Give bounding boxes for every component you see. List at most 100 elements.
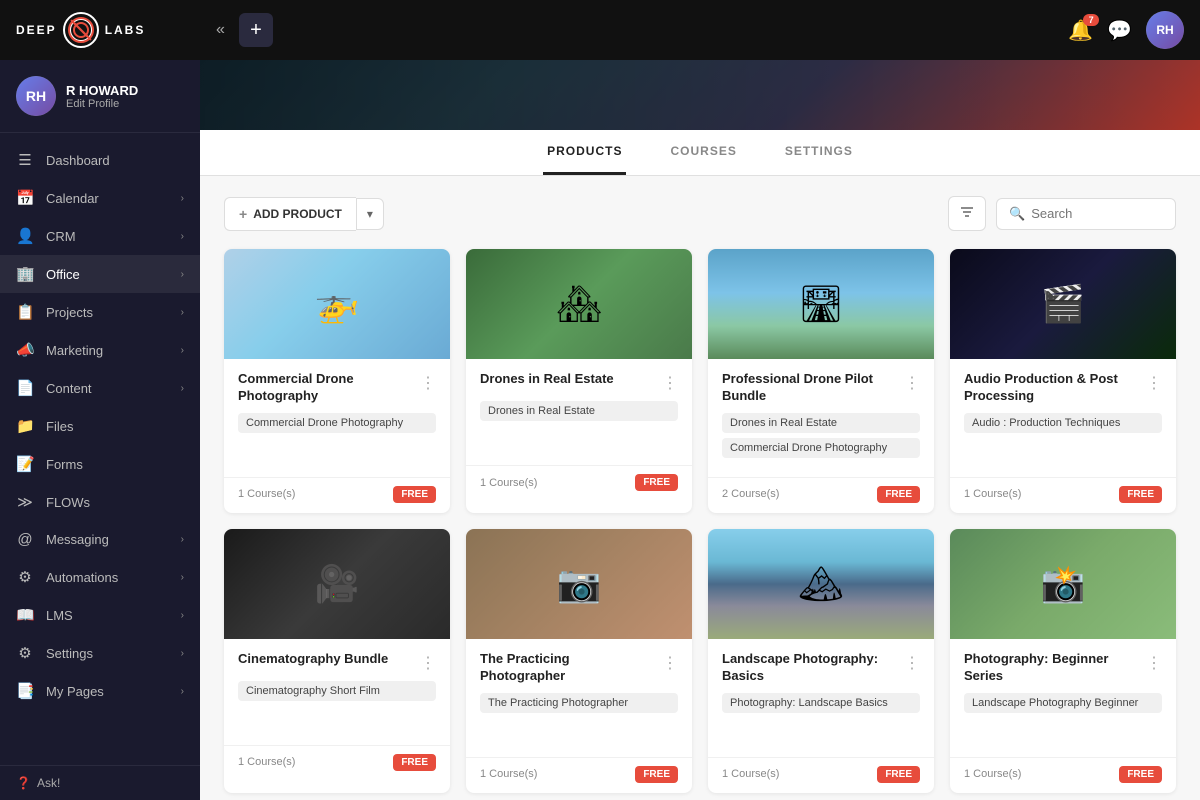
sidebar-label-crm: CRM <box>46 229 169 244</box>
messaging-icon: @ <box>16 531 34 548</box>
marketing-icon: 📣 <box>16 341 34 359</box>
course-count: 1 Course(s) <box>238 488 295 500</box>
product-tag: Drones in Real Estate <box>480 401 678 421</box>
free-badge: FREE <box>393 486 436 503</box>
product-menu-button[interactable]: ⋮ <box>904 653 920 673</box>
card-body: Landscape Photography: Basics ⋮ Photogra… <box>708 639 934 753</box>
sidebar-item-office[interactable]: 🏢 Office › <box>0 255 200 293</box>
sidebar-item-flows[interactable]: ≫ FLOWs <box>0 483 200 521</box>
card-title-row: Commercial Drone Photography ⋮ <box>238 371 436 405</box>
free-badge: FREE <box>635 474 678 491</box>
flows-icon: ≫ <box>16 493 34 511</box>
plus-icon: + <box>239 206 247 222</box>
chevron-right-icon: › <box>181 307 184 318</box>
product-menu-button[interactable]: ⋮ <box>1146 653 1162 673</box>
card-footer: 2 Course(s) FREE <box>708 477 934 513</box>
content-icon: 📄 <box>16 379 34 397</box>
product-title: Drones in Real Estate <box>480 371 614 388</box>
sidebar-item-mypages[interactable]: 📑 My Pages › <box>0 672 200 710</box>
crm-icon: 👤 <box>16 227 34 245</box>
sidebar-label-flows: FLOWs <box>46 495 184 510</box>
sidebar-label-messaging: Messaging <box>46 532 169 547</box>
products-grid: 🚁 Commercial Drone Photography ⋮ Commerc… <box>224 249 1176 793</box>
collapse-sidebar-button[interactable]: « <box>212 17 229 43</box>
dashboard-icon: ☰ <box>16 151 34 169</box>
sidebar-item-projects[interactable]: 📋 Projects › <box>0 293 200 331</box>
sidebar-label-mypages: My Pages <box>46 684 169 699</box>
settings-icon: ⚙ <box>16 644 34 662</box>
product-menu-button[interactable]: ⋮ <box>662 373 678 393</box>
hero-banner <box>200 60 1200 130</box>
brand-right: LABS <box>105 23 146 37</box>
product-title: Professional Drone Pilot Bundle <box>722 371 898 405</box>
product-menu-button[interactable]: ⋮ <box>1146 373 1162 393</box>
product-tag: Drones in Real Estate <box>722 413 920 433</box>
office-icon: 🏢 <box>16 265 34 283</box>
calendar-icon: 📅 <box>16 189 34 207</box>
user-avatar[interactable]: RH <box>1146 11 1184 49</box>
sidebar-item-lms[interactable]: 📖 LMS › <box>0 596 200 634</box>
product-menu-button[interactable]: ⋮ <box>420 373 436 393</box>
product-menu-button[interactable]: ⋮ <box>420 653 436 673</box>
free-badge: FREE <box>877 486 920 503</box>
sidebar-item-calendar[interactable]: 📅 Calendar › <box>0 179 200 217</box>
sidebar-item-messaging[interactable]: @ Messaging › <box>0 521 200 558</box>
product-tags: Photography: Landscape Basics <box>722 693 920 743</box>
tab-settings[interactable]: SETTINGS <box>781 130 857 175</box>
product-tag: Audio : Production Techniques <box>964 413 1162 433</box>
add-product-dropdown-button[interactable]: ▾ <box>356 198 384 230</box>
chevron-right-icon: › <box>181 269 184 280</box>
sidebar-item-crm[interactable]: 👤 CRM › <box>0 217 200 255</box>
product-card: 🛣 Professional Drone Pilot Bundle ⋮ Dron… <box>708 249 934 513</box>
sidebar-item-forms[interactable]: 📝 Forms <box>0 445 200 483</box>
product-tags: Landscape Photography Beginner <box>964 693 1162 743</box>
forms-icon: 📝 <box>16 455 34 473</box>
edit-profile-link[interactable]: Edit Profile <box>66 98 138 110</box>
card-title-row: Audio Production & Post Processing ⋮ <box>964 371 1162 405</box>
filter-button[interactable] <box>948 196 986 231</box>
notifications-button[interactable]: 🔔 7 <box>1068 18 1093 43</box>
card-image: 🛣 <box>708 249 934 359</box>
product-title: Landscape Photography: Basics <box>722 651 898 685</box>
card-image: 📷 <box>466 529 692 639</box>
add-product-label: ADD PRODUCT <box>253 207 342 221</box>
free-badge: FREE <box>635 766 678 783</box>
sidebar-item-settings[interactable]: ⚙ Settings › <box>0 634 200 672</box>
sidebar-item-content[interactable]: 📄 Content › <box>0 369 200 407</box>
search-input[interactable] <box>1031 206 1163 221</box>
product-tags: Cinematography Short Film <box>238 681 436 731</box>
card-footer: 1 Course(s) FREE <box>950 477 1176 513</box>
product-card: 🏔 Landscape Photography: Basics ⋮ Photog… <box>708 529 934 793</box>
product-menu-button[interactable]: ⋮ <box>662 653 678 673</box>
sidebar-item-marketing[interactable]: 📣 Marketing › <box>0 331 200 369</box>
product-tags: Audio : Production Techniques <box>964 413 1162 463</box>
add-button[interactable]: + <box>239 13 273 47</box>
sidebar-item-dashboard[interactable]: ☰ Dashboard <box>0 141 200 179</box>
chevron-right-icon: › <box>181 383 184 394</box>
toolbar-left: + ADD PRODUCT ▾ <box>224 197 384 231</box>
product-menu-button[interactable]: ⋮ <box>904 373 920 393</box>
ask-button[interactable]: ❓ Ask! <box>0 765 200 800</box>
avatar: RH <box>16 76 56 116</box>
toolbar: + ADD PRODUCT ▾ 🔍 <box>224 196 1176 231</box>
product-card: 🏘 Drones in Real Estate ⋮ Drones in Real… <box>466 249 692 513</box>
ask-label: Ask! <box>37 776 60 790</box>
add-product-button[interactable]: + ADD PRODUCT <box>224 197 356 231</box>
card-image: 🏔 <box>708 529 934 639</box>
chevron-right-icon: › <box>181 534 184 545</box>
messages-button[interactable]: 💬 <box>1107 18 1132 43</box>
card-body: Professional Drone Pilot Bundle ⋮ Drones… <box>708 359 934 473</box>
sidebar-item-files[interactable]: 📁 Files <box>0 407 200 445</box>
card-title-row: Professional Drone Pilot Bundle ⋮ <box>722 371 920 405</box>
product-card: 🎬 Audio Production & Post Processing ⋮ A… <box>950 249 1176 513</box>
free-badge: FREE <box>877 766 920 783</box>
product-tag: Landscape Photography Beginner <box>964 693 1162 713</box>
sidebar-label-dashboard: Dashboard <box>46 153 184 168</box>
notification-badge: 7 <box>1083 14 1099 26</box>
sidebar-item-automations[interactable]: ⚙ Automations › <box>0 558 200 596</box>
sidebar-label-files: Files <box>46 419 184 434</box>
filter-icon <box>959 204 975 220</box>
tab-products[interactable]: PRODUCTS <box>543 130 626 175</box>
tab-courses[interactable]: COURSES <box>666 130 740 175</box>
sidebar-label-lms: LMS <box>46 608 169 623</box>
